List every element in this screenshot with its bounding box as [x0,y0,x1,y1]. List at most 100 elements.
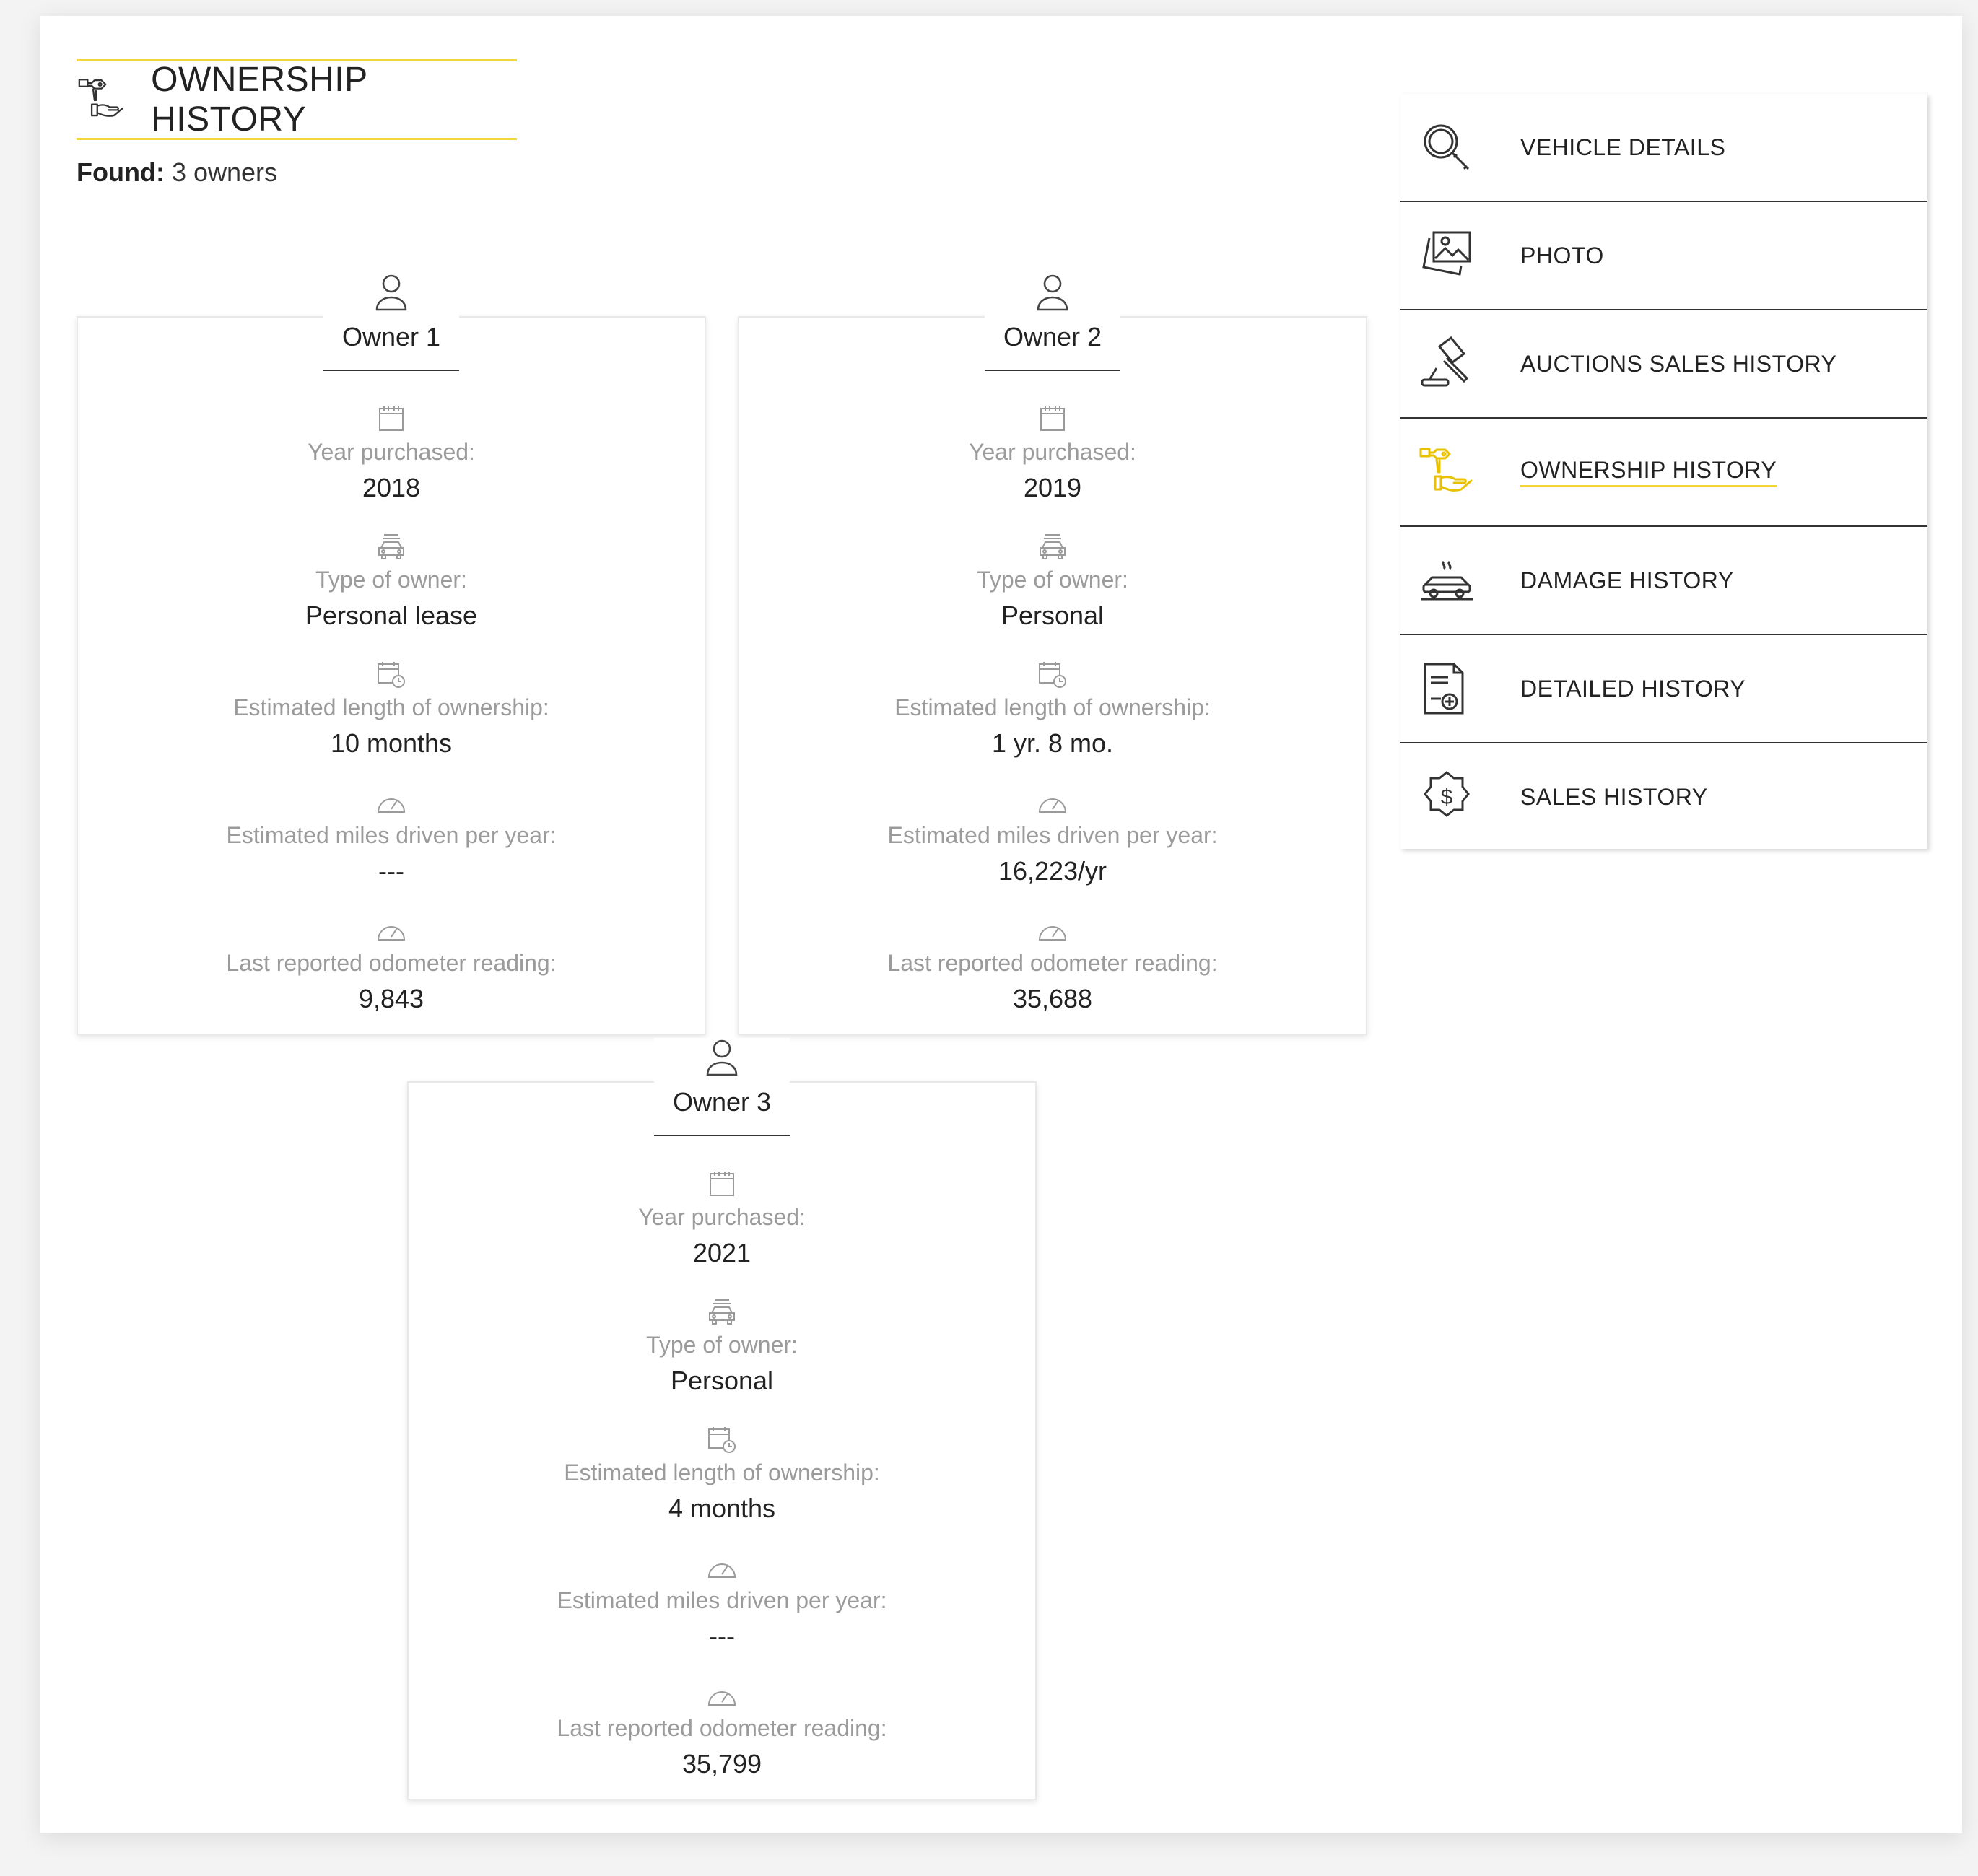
report-navigation: VEHICLE DETAILS PHOTO AUCTIONS SALES HIS… [1400,94,1927,849]
user-icon [706,1039,738,1076]
found-label: Found: [77,157,165,187]
odometer-label: Last reported odometer reading: [887,950,1218,976]
dollar-badge-icon: $ [1424,771,1470,817]
nav-item-vehicle-details[interactable]: VEHICLE DETAILS [1400,94,1927,201]
field-odometer: Last reported odometer reading: 9,843 [78,915,705,1043]
owner-type-value: Personal [670,1366,774,1395]
car-icon [709,1299,735,1325]
nav-label: DAMAGE HISTORY [1520,567,1734,593]
field-miles-per-year: Estimated miles driven per year: --- [409,1553,1035,1680]
miles-value: 16,223/yr [998,856,1107,886]
nav-item-damage-history[interactable]: DAMAGE HISTORY [1400,527,1927,634]
miles-value: --- [378,856,404,886]
field-year: Year purchased: 2018 [78,404,705,532]
nav-label: SALES HISTORY [1520,783,1708,810]
field-owner-type: Type of owner: Personal [409,1297,1035,1425]
year-value: 2021 [692,1238,751,1268]
nav-item-auctions-sales-history[interactable]: AUCTIONS SALES HISTORY [1400,310,1927,417]
odometer-value: 35,688 [1012,984,1093,1013]
owner-type-label: Type of owner: [977,567,1128,593]
calendar-icon [1040,406,1065,431]
owners-found-summary: Found: 3 owners [77,157,277,188]
section-header: OWNERSHIP HISTORY [77,59,517,140]
length-value: 4 months [668,1493,776,1523]
miles-label: Estimated miles driven per year: [887,822,1218,848]
ownership-history-panel: OWNERSHIP HISTORY Found: 3 owners Owner … [40,16,1962,1833]
field-miles-per-year: Estimated miles driven per year: --- [78,788,705,915]
field-owner-type: Type of owner: Personal lease [78,532,705,660]
field-odometer: Last reported odometer reading: 35,799 [409,1680,1035,1808]
car-icon [1040,534,1066,559]
owner-header: Owner 2 [985,273,1120,371]
field-ownership-length: Estimated length of ownership: 4 months [409,1425,1035,1553]
field-odometer: Last reported odometer reading: 35,688 [739,915,1366,1043]
gavel-icon [1421,336,1469,387]
calendar-icon [710,1172,734,1196]
length-value: 1 yr. 8 mo. [991,728,1114,758]
owner-type-value: Personal [1001,601,1105,630]
speedometer-icon [707,1691,736,1706]
speedometer-icon [377,798,406,813]
field-ownership-length: Estimated length of ownership: 1 yr. 8 m… [739,660,1366,788]
owner-divider [654,1135,790,1136]
nav-label: VEHICLE DETAILS [1520,134,1726,160]
speedometer-icon [1038,926,1067,941]
owner-name: Owner 2 [1003,322,1102,352]
owner-name: Owner 1 [341,322,441,352]
odometer-value: 35,799 [681,1749,762,1779]
nav-item-ownership-history[interactable]: OWNERSHIP HISTORY [1400,419,1927,525]
speedometer-icon [707,1563,736,1578]
found-value: 3 owners [171,157,278,187]
miles-value: --- [709,1621,735,1651]
year-label: Year purchased: [969,439,1136,465]
key-hand-icon [1419,448,1473,492]
owner-card: Owner 2 Year purchased: 2019 Type of own… [738,273,1367,1035]
document-plus-icon [1424,663,1464,715]
nav-item-detailed-history[interactable]: DETAILED HISTORY [1400,635,1927,742]
nav-label: OWNERSHIP HISTORY [1520,457,1777,487]
magnifier-icon [1424,124,1470,170]
year-value: 2018 [362,473,421,502]
photo-icon [1422,231,1471,276]
speedometer-icon [377,926,406,941]
owner-header: Owner 1 [323,273,459,371]
odometer-value: 9,843 [358,984,424,1013]
owner-divider [985,370,1120,371]
odometer-label: Last reported odometer reading: [557,1715,887,1741]
car-icon [378,534,404,559]
svg-text:$: $ [1441,785,1453,809]
key-hand-icon [78,79,123,117]
user-icon [1037,274,1068,311]
odometer-label: Last reported odometer reading: [226,950,557,976]
calendar-icon [379,406,404,431]
nav-item-photo[interactable]: PHOTO [1400,202,1927,309]
year-label: Year purchased: [308,439,475,465]
owner-type-value: Personal lease [305,601,478,630]
owner-type-label: Type of owner: [315,567,467,593]
miles-label: Estimated miles driven per year: [226,822,557,848]
field-year: Year purchased: 2021 [409,1169,1035,1297]
length-label: Estimated length of ownership: [564,1460,880,1485]
year-label: Year purchased: [638,1204,806,1230]
nav-label: PHOTO [1520,242,1604,269]
page-title: OWNERSHIP HISTORY [151,61,367,139]
field-ownership-length: Estimated length of ownership: 10 months [78,660,705,788]
year-value: 2019 [1023,473,1082,502]
miles-label: Estimated miles driven per year: [557,1587,887,1613]
speedometer-icon [1038,798,1067,813]
owner-type-label: Type of owner: [646,1332,798,1358]
nav-label: DETAILED HISTORY [1520,675,1746,702]
calendar-clock-icon [1039,662,1066,688]
field-owner-type: Type of owner: Personal [739,532,1366,660]
field-miles-per-year: Estimated miles driven per year: 16,223/… [739,788,1366,915]
field-year: Year purchased: 2019 [739,404,1366,532]
nav-label: AUCTIONS SALES HISTORY [1520,350,1837,377]
nav-item-sales-history[interactable]: $ SALES HISTORY [1400,743,1927,850]
length-label: Estimated length of ownership: [894,694,1211,720]
owner-card: Owner 3 Year purchased: 2021 Type of own… [407,1038,1037,1800]
calendar-clock-icon [708,1427,736,1453]
damaged-car-icon [1421,560,1473,601]
length-value: 10 months [330,728,453,758]
owner-divider [323,370,459,371]
calendar-clock-icon [378,662,405,688]
